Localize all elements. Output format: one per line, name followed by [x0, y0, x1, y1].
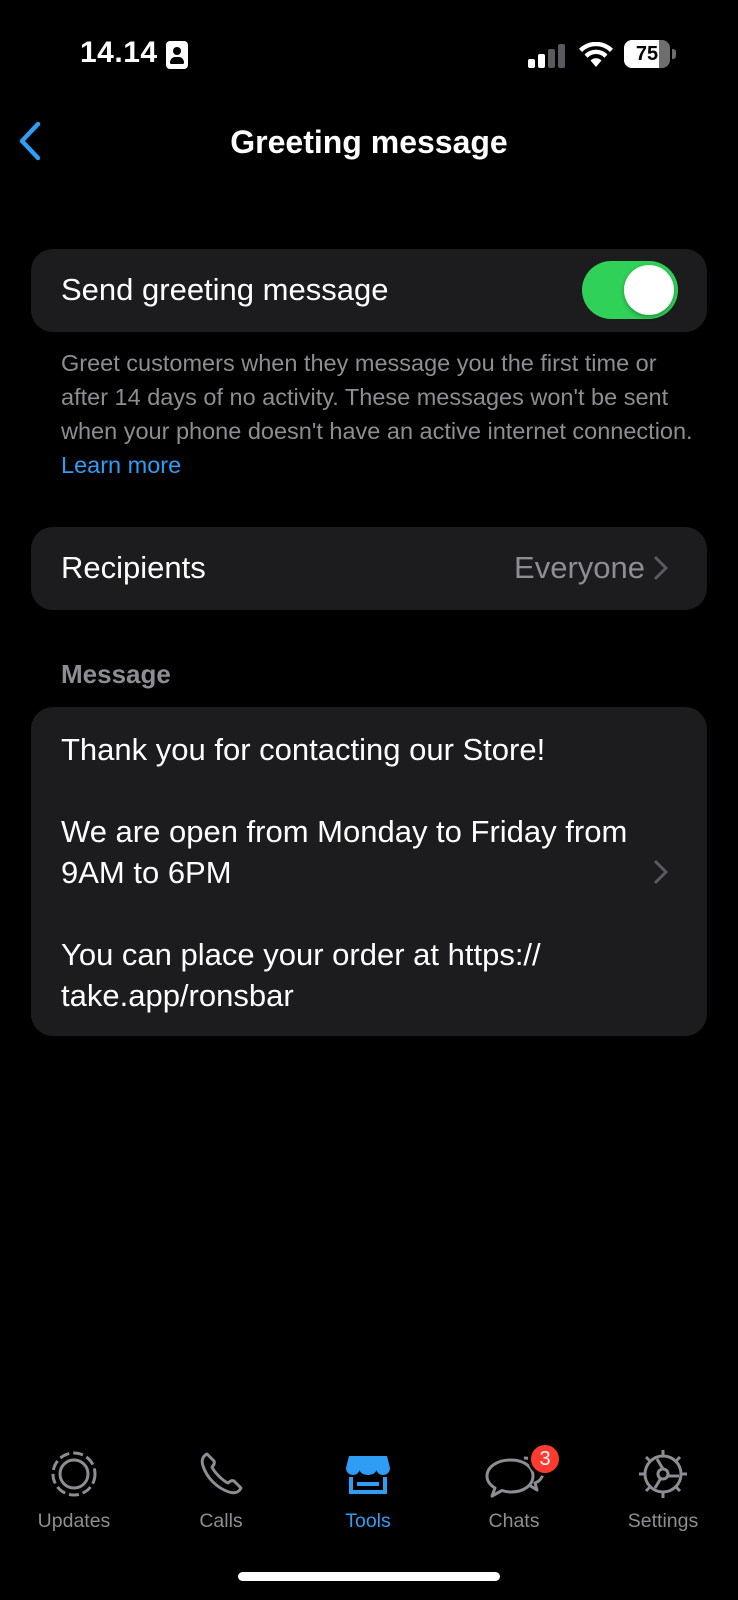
- tab-bar: Updates Calls Tools 3 Chats Settings: [0, 1442, 738, 1536]
- message-row[interactable]: Thank you for contacting our Store! We a…: [31, 707, 707, 1036]
- tab-calls[interactable]: Calls: [161, 1446, 281, 1536]
- learn-more-link[interactable]: Learn more: [61, 452, 181, 478]
- message-text: Thank you for contacting our Store! We a…: [61, 729, 641, 1016]
- tab-label: Tools: [345, 1510, 391, 1532]
- tab-label: Chats: [488, 1510, 540, 1532]
- home-indicator: [238, 1572, 500, 1581]
- message-paragraph: You can place your order at https:// tak…: [61, 937, 541, 1013]
- greeting-description: Greet customers when they message you th…: [61, 346, 701, 482]
- message-paragraph: We are open from Monday to Friday from 9…: [61, 814, 628, 890]
- storefront-icon: [346, 1456, 390, 1494]
- page-title: Greeting message: [230, 124, 508, 160]
- gear-icon: [639, 1450, 687, 1498]
- description-text: Greet customers when they message you th…: [61, 350, 693, 444]
- navigation-bar: Greeting message: [0, 100, 738, 184]
- battery-level: 75: [635, 43, 659, 65]
- status-time: 14.14: [80, 36, 158, 69]
- battery-icon: 75: [624, 40, 676, 68]
- tab-label: Settings: [627, 1510, 699, 1532]
- tab-label: Updates: [37, 1510, 111, 1532]
- phone-icon: [200, 1452, 243, 1495]
- recipients-row[interactable]: Recipients Everyone: [31, 527, 707, 610]
- chevron-right-icon: [654, 860, 668, 884]
- message-section-header: Message: [61, 659, 171, 689]
- message-paragraph: Thank you for contacting our Store!: [61, 732, 546, 767]
- tab-tools[interactable]: Tools: [308, 1446, 428, 1536]
- tab-updates[interactable]: Updates: [14, 1446, 134, 1536]
- cellular-signal-icon: [528, 44, 566, 68]
- unread-badge: 3: [528, 1442, 562, 1476]
- recipients-label: Recipients: [61, 550, 206, 585]
- wifi-icon: [579, 42, 613, 67]
- tab-chats[interactable]: 3 Chats: [454, 1442, 574, 1536]
- send-greeting-row: Send greeting message: [31, 249, 707, 332]
- tab-label: Calls: [199, 1510, 243, 1532]
- tab-settings[interactable]: Settings: [603, 1446, 723, 1536]
- chevron-right-icon: [654, 556, 668, 580]
- status-bar: 14.14 75: [0, 0, 738, 100]
- updates-icon: [51, 1451, 97, 1497]
- send-greeting-toggle[interactable]: [582, 261, 678, 319]
- send-greeting-label: Send greeting message: [61, 272, 389, 307]
- greeting-message-screen: 14.14 75 Greeting message Send greeting …: [0, 0, 738, 1600]
- toggle-knob: [624, 265, 674, 315]
- recipients-value: Everyone: [514, 550, 645, 585]
- contact-card-icon: [166, 41, 188, 69]
